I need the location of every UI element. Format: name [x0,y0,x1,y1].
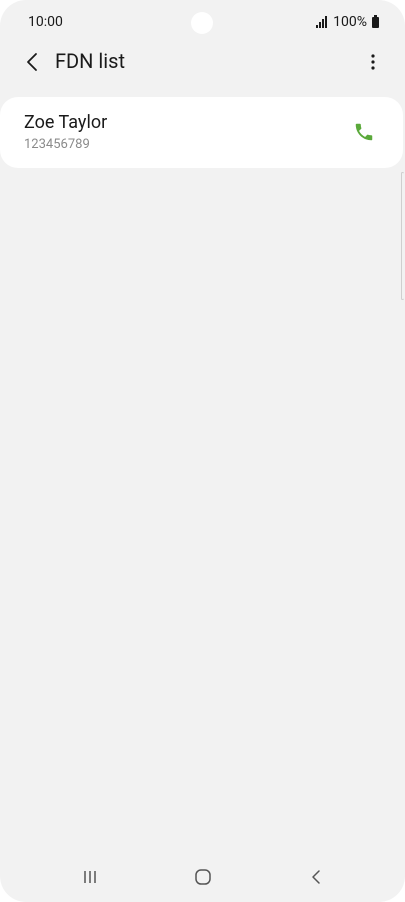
more-options-button[interactable] [363,48,383,76]
call-button[interactable] [351,119,377,145]
fdn-list: Zoe Taylor 123456789 [0,97,403,168]
phone-icon [355,123,373,141]
recents-icon [84,871,96,883]
contact-number: 123456789 [24,137,90,152]
recents-button[interactable] [78,865,102,889]
camera-cutout [191,12,213,34]
more-vertical-icon [371,54,375,70]
fdn-list-screen: 10:00 100% FDN list Zoe Taylor 123456789 [0,0,405,902]
status-bar: 10:00 100% [0,0,405,46]
back-button[interactable] [20,48,44,76]
contact-name: Zoe Taylor [24,112,108,133]
home-button[interactable] [191,865,215,889]
page-title: FDN list [55,49,125,73]
signal-icon [316,16,328,28]
back-icon [312,870,320,884]
nav-back-button[interactable] [304,865,328,889]
scrollbar[interactable] [401,172,404,300]
status-time: 10:00 [28,14,63,30]
battery-percentage: 100% [333,14,367,30]
status-indicators: 100% [316,14,379,30]
home-icon [195,869,211,885]
list-item[interactable]: Zoe Taylor 123456789 [0,97,403,168]
battery-icon [372,14,379,28]
navigation-bar [0,854,405,902]
app-bar: FDN list [0,44,405,80]
chevron-left-icon [27,53,37,71]
